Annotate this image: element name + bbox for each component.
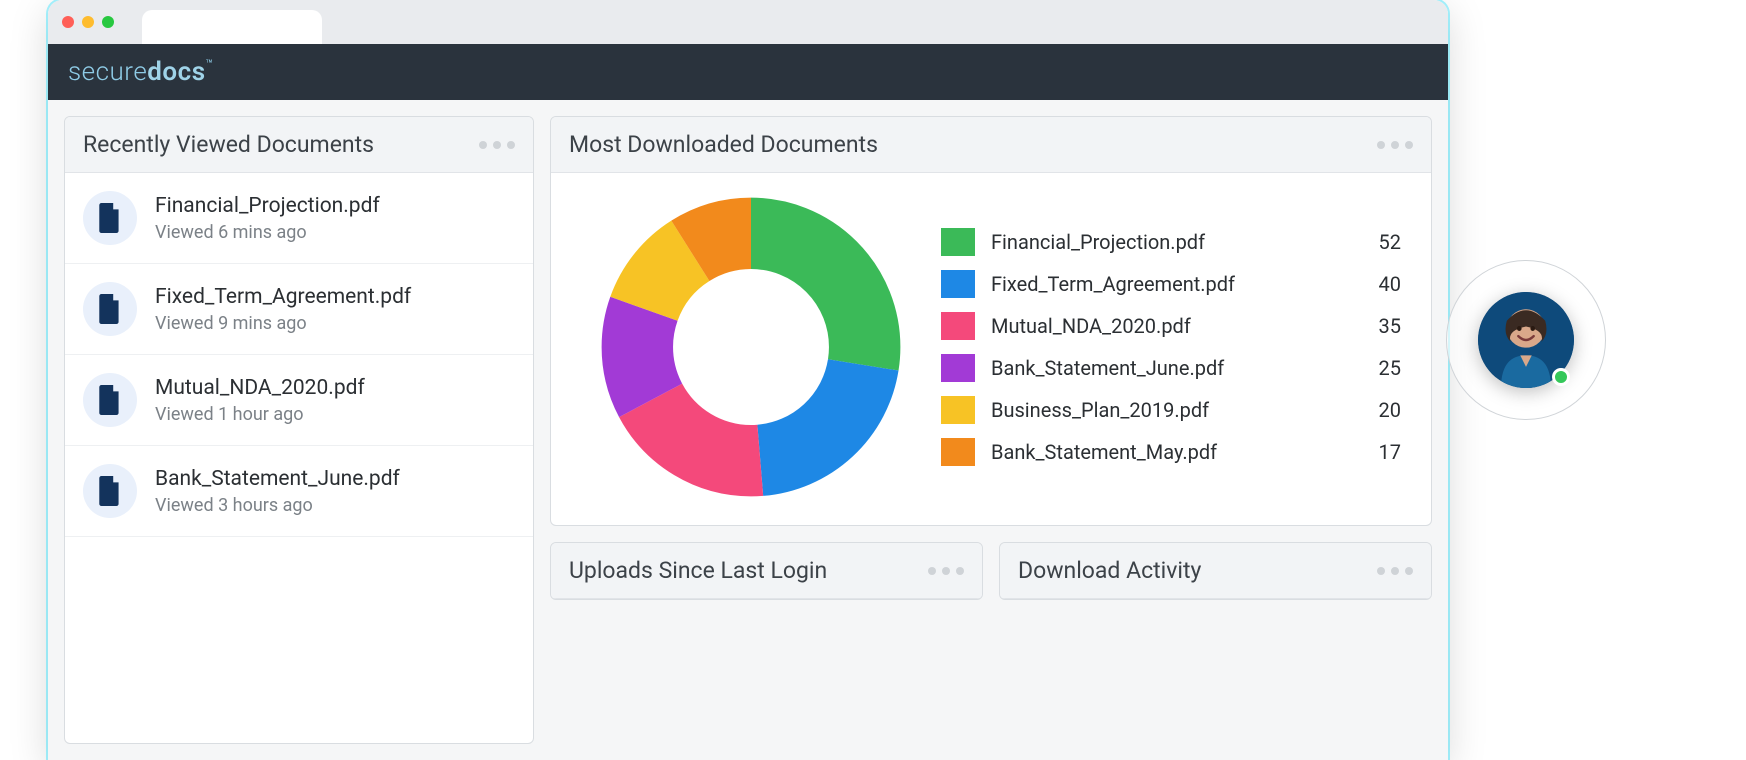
donut-chart-body: Financial_Projection.pdf 52 Fixed_Term_Agr… xyxy=(551,173,1431,525)
recent-doc-item[interactable]: Financial_Projection.pdf Viewed 6 mins ag… xyxy=(65,173,533,264)
doc-text: Fixed_Term_Agreement.pdf Viewed 9 mins ag… xyxy=(155,285,411,334)
legend-swatch xyxy=(941,354,975,382)
legend-label: Bank_Statement_May.pdf xyxy=(991,440,1345,464)
legend-value: 40 xyxy=(1361,272,1401,296)
legend-label: Fixed_Term_Agreement.pdf xyxy=(991,272,1345,296)
doc-name: Bank_Statement_June.pdf xyxy=(155,467,400,491)
brand-trademark: ™ xyxy=(206,57,214,71)
legend-item[interactable]: Bank_Statement_June.pdf 25 xyxy=(941,354,1401,382)
panel-drag-handle[interactable] xyxy=(1377,141,1413,149)
app-header: securedocs™ xyxy=(48,44,1448,100)
panel-drag-handle[interactable] xyxy=(1377,567,1413,575)
doc-subtext: Viewed 9 mins ago xyxy=(155,313,411,334)
donut-chart xyxy=(601,197,901,497)
dashboard-content: Recently Viewed Documents Financial_Proj… xyxy=(48,100,1448,760)
recent-doc-item[interactable]: Mutual_NDA_2020.pdf Viewed 1 hour ago xyxy=(65,355,533,446)
window-titlebar xyxy=(48,0,1448,44)
legend-label: Bank_Statement_June.pdf xyxy=(991,356,1345,380)
panel-header: Uploads Since Last Login xyxy=(551,543,982,599)
panel-header: Most Downloaded Documents xyxy=(551,117,1431,173)
legend-swatch xyxy=(941,270,975,298)
brand-logo: securedocs™ xyxy=(68,57,214,87)
donut-hole xyxy=(685,281,817,413)
browser-tab[interactable] xyxy=(142,10,322,44)
panel-title: Most Downloaded Documents xyxy=(569,131,878,158)
panel-title: Download Activity xyxy=(1018,557,1201,584)
browser-window: securedocs™ Recently Viewed Documents Fi… xyxy=(48,0,1448,760)
legend-value: 52 xyxy=(1361,230,1401,254)
file-icon xyxy=(83,373,137,427)
brand-part-1: secure xyxy=(68,57,147,87)
doc-name: Fixed_Term_Agreement.pdf xyxy=(155,285,411,309)
legend-label: Business_Plan_2019.pdf xyxy=(991,398,1345,422)
legend-item[interactable]: Mutual_NDA_2020.pdf 35 xyxy=(941,312,1401,340)
doc-subtext: Viewed 6 mins ago xyxy=(155,222,380,243)
brand-part-2: docs xyxy=(147,57,205,87)
recent-doc-item[interactable]: Bank_Statement_June.pdf Viewed 3 hours ag… xyxy=(65,446,533,537)
legend-label: Financial_Projection.pdf xyxy=(991,230,1345,254)
chart-legend: Financial_Projection.pdf 52 Fixed_Term_Agr… xyxy=(941,228,1401,466)
legend-label: Mutual_NDA_2020.pdf xyxy=(991,314,1345,338)
file-icon xyxy=(83,464,137,518)
doc-name: Mutual_NDA_2020.pdf xyxy=(155,376,365,400)
doc-text: Financial_Projection.pdf Viewed 6 mins ag… xyxy=(155,194,380,243)
panel-drag-handle[interactable] xyxy=(479,141,515,149)
panel-title: Recently Viewed Documents xyxy=(83,131,374,158)
chat-presence-online-icon xyxy=(1552,368,1570,386)
minimize-window-button[interactable] xyxy=(82,16,94,28)
legend-swatch xyxy=(941,396,975,424)
panel-recently-viewed: Recently Viewed Documents Financial_Proj… xyxy=(64,116,534,744)
panel-download-activity: Download Activity xyxy=(999,542,1432,600)
legend-swatch xyxy=(941,438,975,466)
doc-text: Mutual_NDA_2020.pdf Viewed 1 hour ago xyxy=(155,376,365,425)
file-icon xyxy=(83,191,137,245)
recent-doc-list: Financial_Projection.pdf Viewed 6 mins ag… xyxy=(65,173,533,743)
legend-swatch xyxy=(941,312,975,340)
legend-item[interactable]: Business_Plan_2019.pdf 20 xyxy=(941,396,1401,424)
legend-item[interactable]: Bank_Statement_May.pdf 17 xyxy=(941,438,1401,466)
close-window-button[interactable] xyxy=(62,16,74,28)
recent-doc-item[interactable]: Fixed_Term_Agreement.pdf Viewed 9 mins ag… xyxy=(65,264,533,355)
legend-swatch xyxy=(941,228,975,256)
window-controls xyxy=(62,16,114,28)
panel-header: Recently Viewed Documents xyxy=(65,117,533,173)
maximize-window-button[interactable] xyxy=(102,16,114,28)
legend-value: 35 xyxy=(1361,314,1401,338)
panel-most-downloaded: Most Downloaded Documents Financial_Proj… xyxy=(550,116,1432,526)
file-icon xyxy=(83,282,137,336)
panel-header: Download Activity xyxy=(1000,543,1431,599)
doc-name: Financial_Projection.pdf xyxy=(155,194,380,218)
legend-value: 25 xyxy=(1361,356,1401,380)
legend-value: 20 xyxy=(1361,398,1401,422)
doc-subtext: Viewed 3 hours ago xyxy=(155,495,400,516)
panel-drag-handle[interactable] xyxy=(928,567,964,575)
right-column: Most Downloaded Documents Financial_Proj… xyxy=(550,116,1432,744)
panel-uploads-since-login: Uploads Since Last Login xyxy=(550,542,983,600)
doc-subtext: Viewed 1 hour ago xyxy=(155,404,365,425)
legend-item[interactable]: Fixed_Term_Agreement.pdf 40 xyxy=(941,270,1401,298)
doc-text: Bank_Statement_June.pdf Viewed 3 hours ag… xyxy=(155,467,400,516)
panel-title: Uploads Since Last Login xyxy=(569,557,827,584)
legend-item[interactable]: Financial_Projection.pdf 52 xyxy=(941,228,1401,256)
legend-value: 17 xyxy=(1361,440,1401,464)
bottom-panel-row: Uploads Since Last Login Download Activi… xyxy=(550,542,1432,600)
